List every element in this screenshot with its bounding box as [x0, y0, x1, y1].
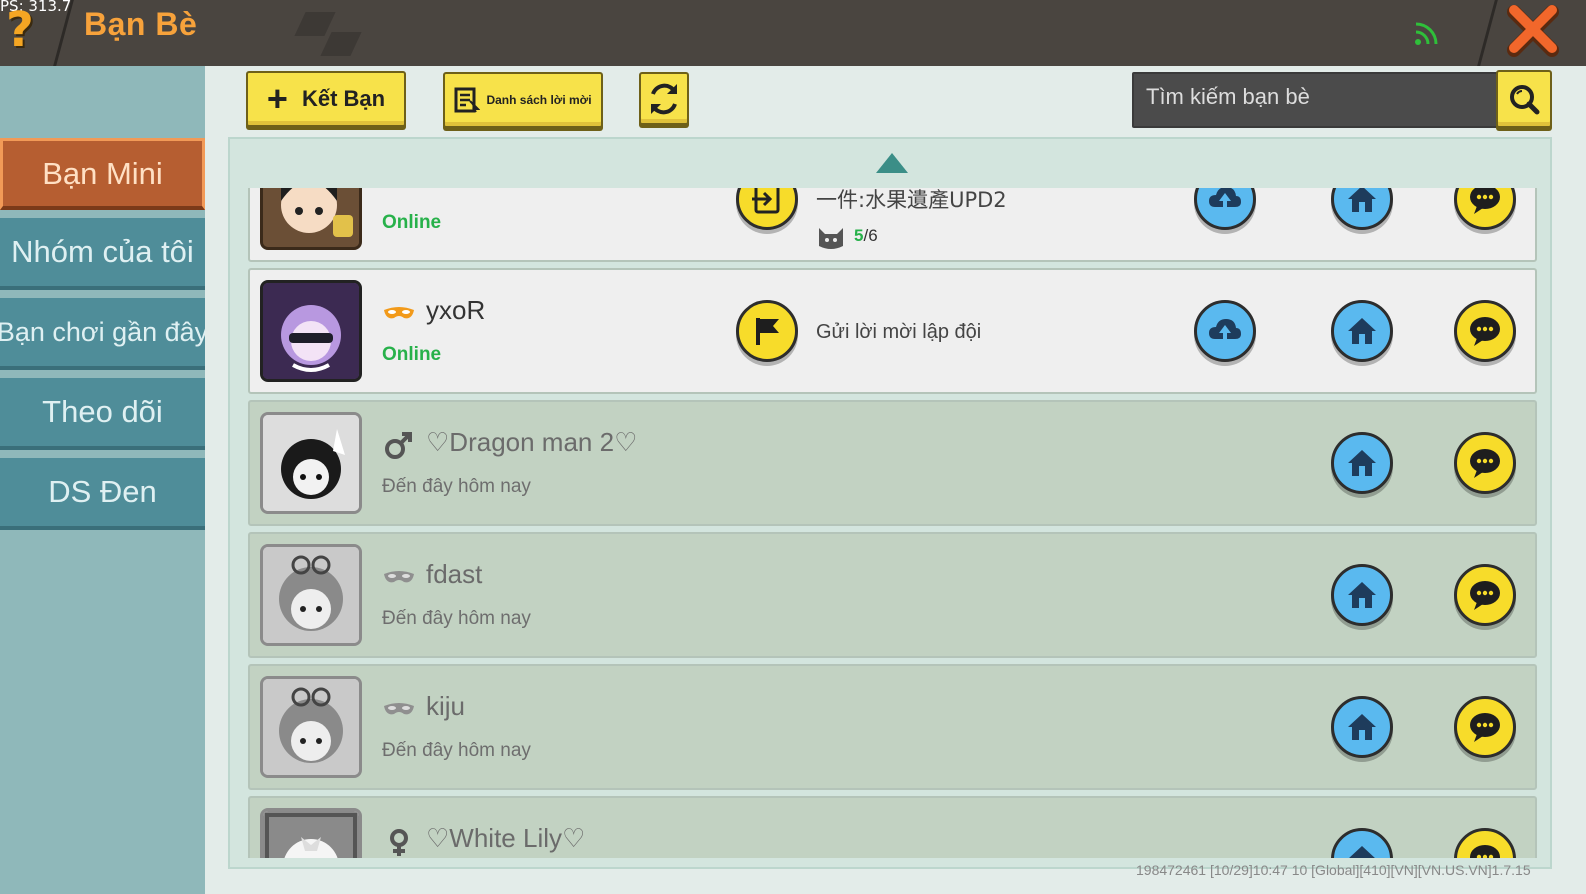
chat-button[interactable]	[1454, 828, 1516, 858]
visit-home-button[interactable]	[1331, 300, 1393, 362]
friend-row[interactable]: yxoR Online Gửi lời mời lập đội	[248, 268, 1537, 394]
enter-icon	[752, 188, 780, 214]
sidebar-item-my-groups[interactable]: Nhóm của tôi	[0, 218, 205, 290]
friend-status: Online	[382, 344, 442, 365]
plus-icon: +	[266, 78, 288, 119]
friend-row[interactable]: ♡Dragon man 2♡ Đến đây hôm nay	[248, 400, 1537, 526]
invite-list-button[interactable]: Danh sách lời mời	[443, 72, 603, 128]
signal-icon	[1415, 22, 1438, 45]
build-info: 198472461 [10/29]10:47 10 [Global][410][…	[1136, 862, 1531, 878]
refresh-icon	[651, 83, 677, 114]
avatar	[260, 412, 362, 514]
team-invite-button[interactable]	[736, 300, 798, 362]
chat-button[interactable]	[1454, 564, 1516, 626]
search-icon	[1510, 85, 1540, 115]
decoration	[320, 32, 362, 56]
sidebar: Bạn Mini Nhóm của tôi Bạn chơi gần đây T…	[0, 66, 205, 894]
add-friend-label: Kết Bạn	[301, 86, 386, 111]
friend-row[interactable]: Online 一件:水果遺產UPD2 5/6	[248, 188, 1537, 262]
avatar	[260, 188, 362, 250]
team-invite-text: Gửi lời mời lập đội	[816, 321, 982, 343]
chat-bubble-icon	[1470, 581, 1500, 610]
home-icon	[1348, 450, 1376, 476]
home-icon	[1348, 318, 1376, 344]
list-icon	[454, 87, 481, 113]
home-icon	[1348, 714, 1376, 740]
friend-status: Đến đây hôm nay	[382, 740, 531, 761]
visit-home-button[interactable]	[1331, 828, 1393, 858]
friend-status: Đến đây hôm nay	[382, 608, 531, 629]
visit-home-button[interactable]	[1331, 564, 1393, 626]
chat-bubble-icon	[1470, 713, 1500, 742]
refresh-button[interactable]	[639, 72, 689, 125]
invite-list-label: Danh sách lời mời	[486, 93, 592, 107]
sidebar-item-recent-players[interactable]: Bạn chơi gần đây	[0, 298, 205, 370]
male-icon	[385, 432, 412, 459]
sidebar-item-following[interactable]: Theo dõi	[0, 378, 205, 450]
friend-name: ♡Dragon man 2♡	[426, 427, 638, 457]
max-players: /6	[863, 226, 878, 245]
chat-button[interactable]	[1454, 432, 1516, 494]
flag-icon	[756, 318, 779, 345]
room-name: 一件:水果遺產UPD2	[816, 188, 1007, 212]
search-input[interactable]: Tìm kiếm bạn bè	[1132, 72, 1498, 128]
avatar	[260, 544, 362, 646]
chat-bubble-icon	[1470, 449, 1500, 478]
friend-row[interactable]: fdast Đến đây hôm nay	[248, 532, 1537, 658]
add-friend-button[interactable]: + Kết Bạn	[246, 71, 406, 127]
chat-bubble-icon	[1470, 188, 1500, 214]
chat-button[interactable]	[1454, 696, 1516, 758]
friend-name: ♡White Lily♡	[426, 823, 586, 853]
upload-button[interactable]	[1194, 300, 1256, 362]
avatar	[260, 676, 362, 778]
friend-status: Đến đây hôm nay	[382, 476, 531, 497]
player-count: 5/6	[854, 226, 878, 246]
mask-icon	[384, 571, 414, 583]
chat-bubble-icon	[1470, 317, 1500, 346]
chat-button[interactable]	[1454, 188, 1516, 230]
top-bar: PS: 313.7 ? Bạn Bè	[0, 0, 1586, 66]
visit-home-button[interactable]	[1331, 696, 1393, 758]
search-button[interactable]	[1496, 70, 1552, 128]
join-game-button[interactable]	[736, 188, 798, 230]
scroll-up-arrow-icon[interactable]	[876, 153, 908, 173]
friends-list[interactable]: Online 一件:水果遺產UPD2 5/6 yxoR Online Gửi l…	[230, 188, 1550, 858]
close-x-icon[interactable]	[1504, 0, 1564, 60]
chat-button[interactable]	[1454, 300, 1516, 362]
friend-name: kiju	[426, 691, 466, 721]
question-mark-icon[interactable]: ?	[6, 2, 46, 58]
decoration	[294, 12, 336, 36]
avatar	[260, 280, 362, 382]
mask-icon	[384, 703, 414, 715]
home-icon	[1348, 188, 1376, 212]
friend-row[interactable]: kiju Đến đây hôm nay	[248, 664, 1537, 790]
visit-home-button[interactable]	[1331, 188, 1393, 230]
friend-status: Online	[382, 212, 442, 233]
upload-button[interactable]	[1194, 188, 1256, 230]
friend-name: yxoR	[426, 295, 486, 325]
friends-list-panel: Online 一件:水果遺產UPD2 5/6 yxoR Online Gửi l…	[228, 137, 1552, 869]
home-icon	[1349, 846, 1375, 858]
divider	[1477, 0, 1498, 66]
cloud-upload-icon	[1209, 319, 1241, 339]
avatar	[260, 808, 362, 858]
home-icon	[1348, 582, 1376, 608]
players-icon	[819, 228, 843, 249]
female-icon	[390, 829, 408, 856]
sidebar-item-mini-friends[interactable]: Bạn Mini	[0, 138, 205, 210]
chat-bubble-icon	[1470, 845, 1500, 858]
friend-row[interactable]: ♡White Lily♡	[248, 796, 1537, 858]
visit-home-button[interactable]	[1331, 432, 1393, 494]
mask-icon	[384, 307, 414, 319]
friends-screen: PS: 313.7 ? Bạn Bè Bạn Mini Nhóm của tôi…	[0, 0, 1586, 894]
sidebar-item-blacklist[interactable]: DS Đen	[0, 458, 205, 530]
friend-name: fdast	[426, 559, 483, 589]
page-title: Bạn Bè	[84, 6, 198, 42]
cloud-upload-icon	[1209, 188, 1241, 207]
